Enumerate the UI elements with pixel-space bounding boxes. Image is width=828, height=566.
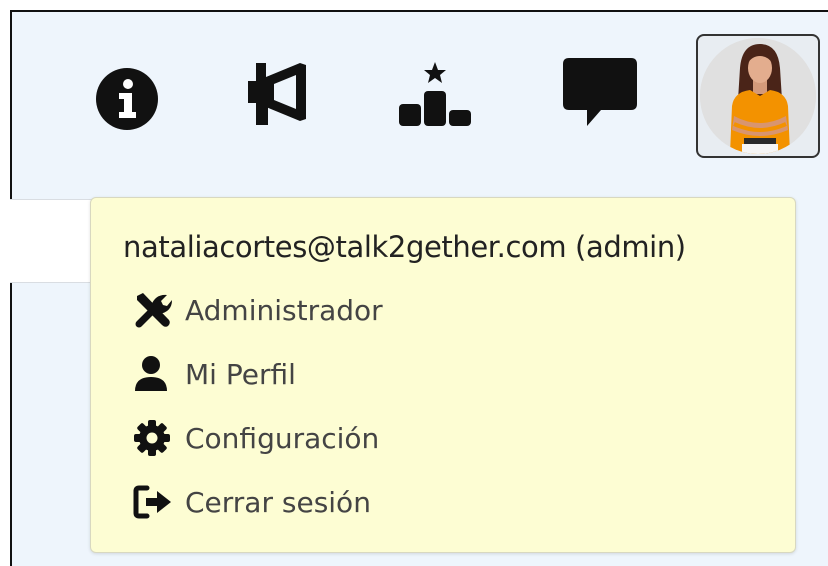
announcements-button[interactable] [240,58,314,130]
sign-out-icon [133,480,185,524]
info-icon [96,68,158,130]
menu-item-label: Cerrar sesión [185,485,371,519]
user-avatar-button[interactable] [696,34,820,158]
menu-item-label: Administrador [185,293,383,327]
ranking-button[interactable] [392,58,478,130]
user-menu-dropdown: nataliacortes@talk2gether.com (admin) Ad… [90,197,796,553]
chat-icon [563,58,637,126]
user-email-label: nataliacortes@talk2gether.com (admin) [123,230,686,264]
chat-button[interactable] [558,52,642,132]
menu-item-mi-perfil[interactable]: Mi Perfil [133,350,733,398]
user-avatar-photo [700,38,816,154]
megaphone-icon [248,63,306,125]
tools-icon [133,288,185,332]
menu-item-label: Mi Perfil [185,357,296,391]
info-button[interactable] [92,66,162,132]
gear-icon [133,416,185,460]
menu-item-cerrar-sesion[interactable]: Cerrar sesión [133,478,733,526]
user-icon [133,352,185,396]
ranking-podium-icon [399,62,471,126]
menu-item-configuracion[interactable]: Configuración [133,414,733,462]
avatar [700,38,816,154]
search-bar-fragment [10,199,94,283]
menu-item-label: Configuración [185,421,380,455]
menu-item-administrador[interactable]: Administrador [133,286,733,334]
